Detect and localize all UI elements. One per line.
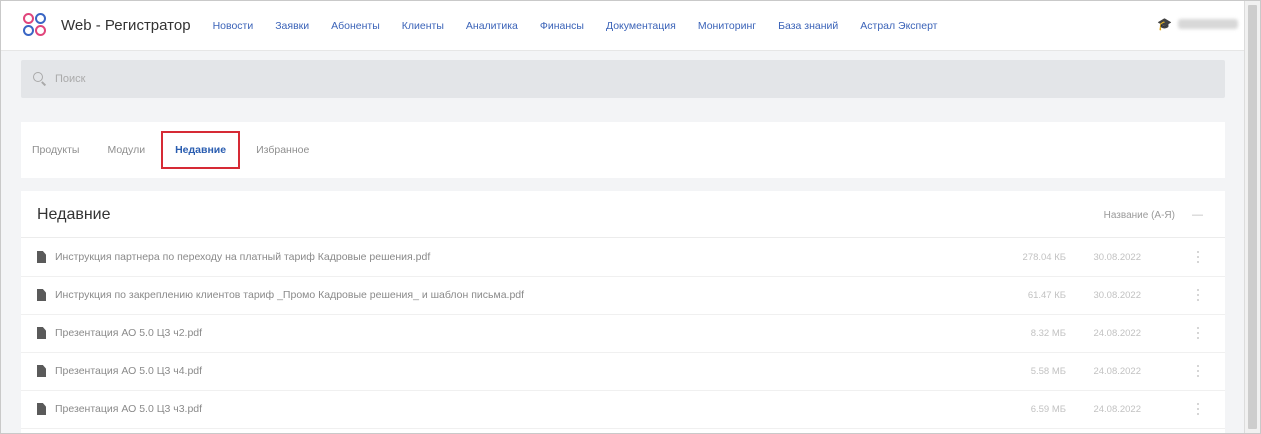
vertical-scrollbar[interactable] <box>1244 1 1260 433</box>
file-name[interactable]: Инструкция партнера по переходу на платн… <box>55 251 430 263</box>
nav-item-requests[interactable]: Заявки <box>275 20 309 32</box>
nav-menu: Новости Заявки Абоненты Клиенты Аналитик… <box>213 20 960 32</box>
search-input[interactable] <box>55 73 655 85</box>
file-name[interactable]: Презентация АО 5.0 Ц3 ч4.pdf <box>55 365 202 377</box>
category-tabs: Продукты Модули Недавние Избранное <box>21 122 1225 178</box>
nav-item-analytics[interactable]: Аналитика <box>466 20 518 32</box>
more-options-icon[interactable] <box>1195 325 1201 341</box>
user-name-blurred <box>1178 19 1238 29</box>
more-options-icon[interactable] <box>1195 249 1201 265</box>
file-row[interactable]: Презентация АО 5.0 Ц3 ч4.pdf 5.58 МБ 24.… <box>21 353 1225 391</box>
file-name[interactable]: Презентация АО 5.0 Ц3 ч3.pdf <box>55 403 202 415</box>
tab-favorites[interactable]: Избранное <box>256 144 309 156</box>
file-icon <box>37 403 46 415</box>
recent-files-panel: Недавние Название (А-Я) — Инструкция пар… <box>21 191 1225 433</box>
scrollbar-thumb[interactable] <box>1248 5 1257 429</box>
nav-item-clients[interactable]: Клиенты <box>402 20 444 32</box>
top-navigation: Web - Регистратор Новости Заявки Абонент… <box>1 1 1244 51</box>
file-row[interactable]: Презентация АО 5.0 Ц3 ч2.pdf 8.32 МБ 24.… <box>21 315 1225 353</box>
app-window: Web - Регистратор Новости Заявки Абонент… <box>0 0 1261 434</box>
nav-item-astral-expert[interactable]: Астрал Эксперт <box>860 20 937 32</box>
tab-modules[interactable]: Модули <box>107 144 145 156</box>
file-date: 30.08.2022 <box>1093 290 1141 301</box>
nav-item-finance[interactable]: Финансы <box>540 20 584 32</box>
file-size: 278.04 КБ <box>1022 252 1066 263</box>
file-size: 61.47 КБ <box>1027 290 1066 301</box>
tab-products[interactable]: Продукты <box>32 144 79 156</box>
search-bar <box>21 60 1225 98</box>
file-icon <box>37 289 46 301</box>
file-icon <box>37 327 46 339</box>
tab-recent[interactable]: Недавние <box>161 131 241 169</box>
recent-files-list: Инструкция партнера по переходу на платн… <box>21 239 1225 429</box>
user-menu[interactable]: 🎓 <box>1157 17 1238 31</box>
file-row[interactable]: Инструкция по закреплению клиентов тариф… <box>21 277 1225 315</box>
file-name[interactable]: Презентация АО 5.0 Ц3 ч2.pdf <box>55 327 202 339</box>
nav-item-knowledge-base[interactable]: База знаний <box>778 20 838 32</box>
logo-icon[interactable] <box>23 12 49 39</box>
graduation-cap-icon: 🎓 <box>1157 17 1172 31</box>
app-title[interactable]: Web - Регистратор <box>61 17 191 34</box>
file-date: 24.08.2022 <box>1093 404 1141 415</box>
sort-dropdown[interactable]: Название (А-Я) <box>1104 210 1175 221</box>
file-icon <box>37 365 46 377</box>
recent-files-header: Недавние Название (А-Я) — <box>21 191 1225 238</box>
sort-direction-toggle[interactable]: — <box>1192 209 1203 221</box>
nav-item-subscribers[interactable]: Абоненты <box>331 20 380 32</box>
nav-item-news[interactable]: Новости <box>213 20 254 32</box>
more-options-icon[interactable] <box>1195 287 1201 303</box>
file-size: 6.59 МБ <box>1030 404 1066 415</box>
file-date: 30.08.2022 <box>1093 252 1141 263</box>
file-icon <box>37 251 46 263</box>
file-row[interactable]: Презентация АО 5.0 Ц3 ч3.pdf 6.59 МБ 24.… <box>21 391 1225 429</box>
more-options-icon[interactable] <box>1195 401 1201 417</box>
file-size: 5.58 МБ <box>1030 366 1066 377</box>
more-options-icon[interactable] <box>1195 363 1201 379</box>
file-row[interactable]: Инструкция партнера по переходу на платн… <box>21 239 1225 277</box>
nav-item-monitoring[interactable]: Мониторинг <box>698 20 756 32</box>
file-name[interactable]: Инструкция по закреплению клиентов тариф… <box>55 289 524 301</box>
nav-item-documentation[interactable]: Документация <box>606 20 676 32</box>
file-date: 24.08.2022 <box>1093 328 1141 339</box>
search-icon <box>33 72 47 86</box>
page-title: Недавние <box>37 206 111 223</box>
file-size: 8.32 МБ <box>1030 328 1066 339</box>
file-date: 24.08.2022 <box>1093 366 1141 377</box>
